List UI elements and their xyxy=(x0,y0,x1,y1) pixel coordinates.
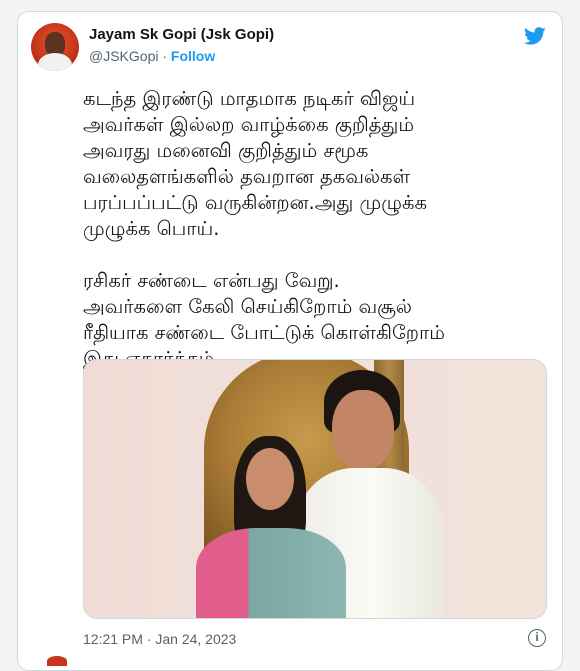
tweet-photo[interactable] xyxy=(83,359,547,619)
tweet-text: கடந்த இரண்டு மாதமாக நடிகர் விஜய் அவர்கள்… xyxy=(83,87,445,370)
author-handle-row: @JSKGopi · Follow xyxy=(89,48,215,64)
tweet-timestamp[interactable]: 12:21 PM · Jan 24, 2023 xyxy=(83,631,236,647)
handle-separator: · xyxy=(162,48,168,64)
info-icon[interactable]: i xyxy=(528,629,546,647)
next-tweet-avatar xyxy=(47,656,67,666)
author-handle[interactable]: @JSKGopi xyxy=(89,48,158,64)
twitter-bird-icon[interactable] xyxy=(522,25,548,47)
author-display-name[interactable]: Jayam Sk Gopi (Jsk Gopi) xyxy=(89,26,274,43)
tweet-card: Jayam Sk Gopi (Jsk Gopi) @JSKGopi · Foll… xyxy=(17,11,563,671)
follow-button[interactable]: Follow xyxy=(171,48,215,64)
author-avatar[interactable] xyxy=(31,23,79,71)
